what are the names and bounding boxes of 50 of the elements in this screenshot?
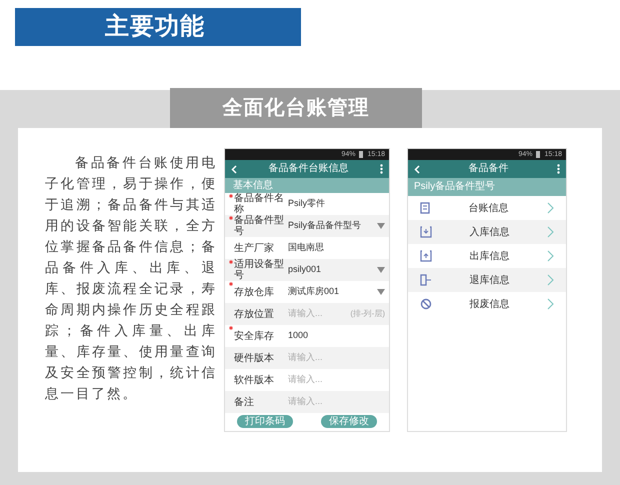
field-label: 安全库存 — [234, 330, 275, 342]
menu-item[interactable]: 入库信息 — [408, 220, 566, 244]
tray-icon — [420, 226, 432, 238]
field-label: 备注 — [234, 396, 255, 408]
battery-icon — [536, 151, 540, 158]
app-title: 备品备件 — [468, 164, 508, 174]
group-title: 基本信息 — [233, 180, 273, 190]
chevron-right-icon — [547, 226, 554, 238]
battery-icon — [359, 151, 364, 158]
menu-item-label: 入库信息 — [468, 226, 510, 240]
field-input[interactable]: 测试库房001 — [288, 285, 377, 299]
menu-item-label: 出库信息 — [468, 250, 510, 264]
field-label: 适用设备型号 — [234, 259, 284, 281]
field-label: 备品备件名称 — [234, 193, 284, 215]
field-input[interactable]: 国电南思 — [288, 241, 385, 255]
field-input[interactable]: 1000 — [288, 329, 385, 343]
more-menu-icon[interactable] — [380, 164, 383, 174]
dropdown-icon[interactable] — [377, 267, 385, 273]
feature-title: 全面化台账管理 — [222, 96, 370, 121]
field-label: 软件版本 — [234, 374, 275, 386]
app-title: 备品备件台账信息 — [268, 164, 348, 174]
menu-item-label: 报废信息 — [468, 298, 510, 312]
field-label: 生产厂家 — [234, 242, 275, 254]
chevron-right-icon — [547, 298, 554, 310]
field-input[interactable]: Psily零件 — [288, 197, 385, 211]
tray-icon — [420, 250, 432, 262]
field-label: 硬件版本 — [234, 352, 275, 364]
field-label: 备品备件型号 — [234, 215, 284, 237]
chevron-right-icon — [547, 250, 554, 262]
banner-title: 主要功能 — [105, 12, 205, 42]
field-hint: (排-列-层) — [350, 308, 385, 320]
dropdown-icon[interactable] — [377, 223, 385, 229]
document-icon — [420, 202, 430, 214]
field-input[interactable]: psily001 — [288, 263, 377, 277]
field-label: 存放仓库 — [234, 286, 275, 298]
group-title: Psily备品备件型号 — [414, 182, 496, 192]
back-icon[interactable] — [414, 164, 420, 174]
dropdown-icon[interactable] — [377, 289, 385, 295]
menu-item-label: 退库信息 — [468, 274, 510, 288]
chevron-right-icon — [547, 274, 554, 286]
door-exit-icon — [420, 274, 432, 286]
field-label: 存放位置 — [234, 308, 275, 320]
prohibited-icon — [420, 298, 432, 310]
menu-item[interactable]: 退库信息 — [408, 268, 566, 292]
description-paragraph: 备品备件台账使用电子化管理，易于操作，便于追溯；备品备件与其适用的设备智能关联，全方位掌握备品备件信息；备品备件入库、出库、退库、报废流程全记录，寿命周期内操作历史全程跟踪；备件入库量、出库量、库存量、使用量查询及安全预警控制，统计信息一目了然。 — [45, 154, 217, 403]
field-input[interactable]: Psily备品备件型号 — [288, 219, 377, 233]
chevron-right-icon — [547, 202, 554, 214]
more-menu-icon[interactable] — [557, 164, 560, 174]
menu-item-label: 台账信息 — [468, 202, 510, 216]
back-icon[interactable] — [231, 164, 237, 174]
